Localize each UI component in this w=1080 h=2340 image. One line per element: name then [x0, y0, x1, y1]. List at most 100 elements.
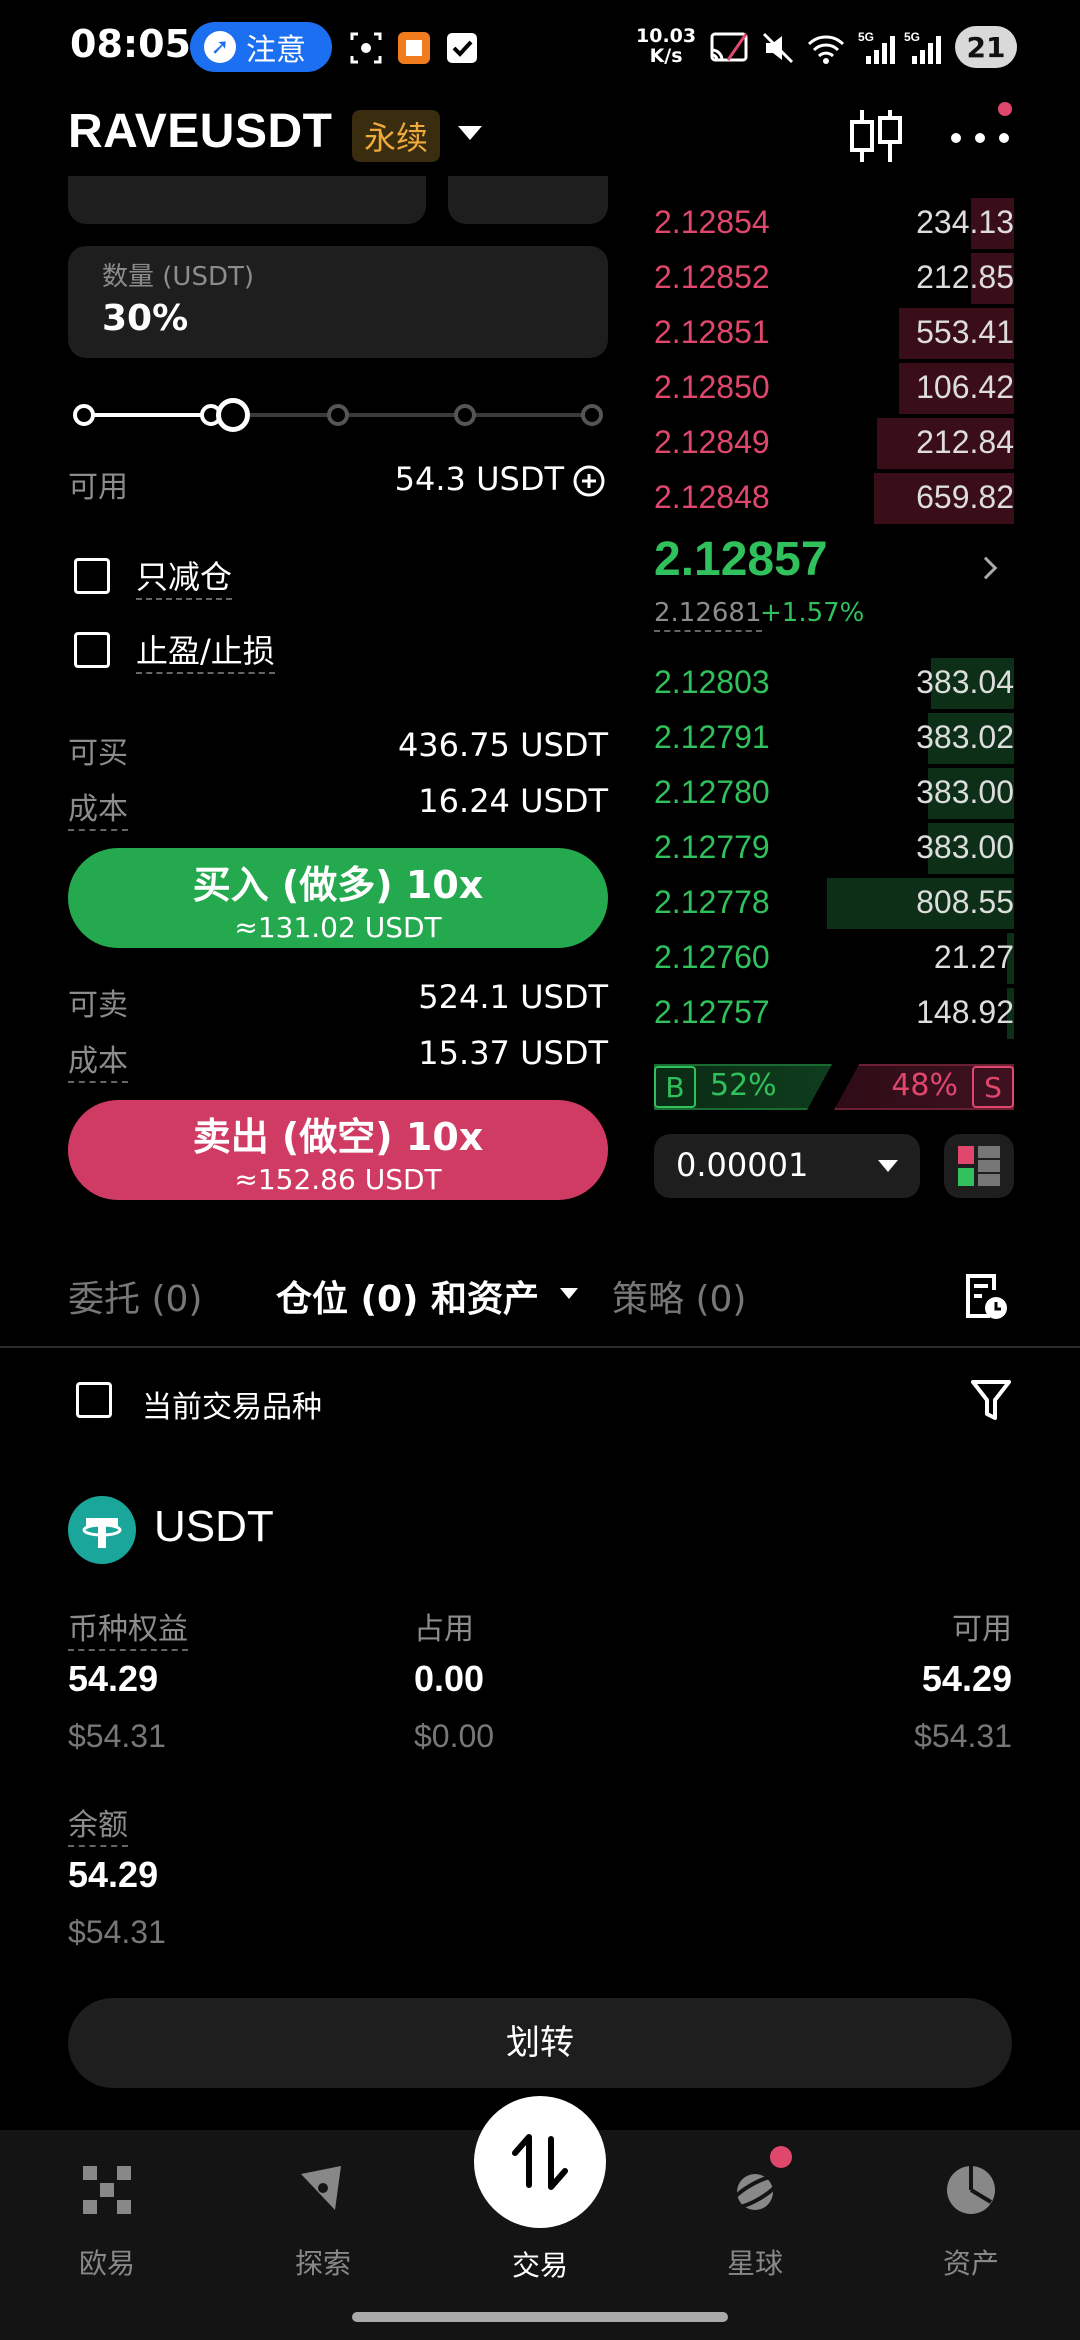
chevron-right-icon[interactable] — [974, 556, 998, 580]
last-price[interactable]: 2.12857 — [654, 532, 828, 587]
slider-tick-75[interactable] — [454, 404, 476, 426]
buy-cost-value: 16.24 USDT — [418, 782, 608, 820]
ask-qty: 234.13 — [916, 204, 1014, 240]
ask-row[interactable]: 2.12849 212.84 — [654, 416, 1014, 471]
precision-select[interactable]: 0.00001 — [654, 1134, 920, 1198]
rocket-icon: ➚ — [204, 31, 236, 63]
bid-row[interactable]: 2.12780 383.00 — [654, 766, 1014, 821]
add-funds-icon[interactable] — [572, 464, 606, 498]
nav-assets[interactable]: 资产 — [896, 2150, 1046, 2282]
ask-qty: 659.82 — [916, 479, 1014, 515]
pie-chart-icon — [947, 2166, 995, 2214]
quantity-slider-thumb[interactable] — [216, 398, 250, 432]
nav-trade[interactable] — [474, 2096, 606, 2228]
reduce-only-checkbox[interactable] — [74, 558, 110, 594]
ask-price: 2.12850 — [654, 369, 770, 405]
screenshot-icon — [350, 32, 382, 64]
app-notification-icon — [398, 32, 430, 64]
bid-row[interactable]: 2.12778 808.55 — [654, 876, 1014, 931]
buy-button-sub: ≈131.02 USDT — [234, 911, 442, 944]
buy-tag: B — [654, 1066, 696, 1108]
ask-price: 2.12849 — [654, 424, 770, 460]
ask-price: 2.12851 — [654, 314, 770, 350]
orderbook-layout-icon — [958, 1146, 1000, 1186]
buy-percentage: 52% — [710, 1068, 777, 1103]
buy-long-button[interactable]: 买入 (做多) 10x ≈131.02 USDT — [68, 848, 608, 948]
battery-indicator: 21 — [955, 26, 1017, 68]
price-type-field-partial[interactable] — [448, 176, 608, 224]
buy-cost-label[interactable]: 成本 — [68, 792, 128, 831]
ask-qty: 106.42 — [916, 369, 1014, 405]
order-history-icon[interactable] — [960, 1272, 1010, 1322]
balance-value: 54.29 — [68, 1854, 159, 1895]
tp-sl-label[interactable]: 止盈/止损 — [136, 632, 275, 674]
used-usd: $0.00 — [414, 1718, 495, 1754]
orderbook-layout-button[interactable] — [944, 1134, 1014, 1198]
clock: 08:05 — [70, 22, 191, 66]
ask-price: 2.12852 — [654, 259, 770, 295]
equity-label[interactable]: 币种权益 — [68, 1612, 188, 1651]
sell-short-button[interactable]: 卖出 (做空) 10x ≈152.86 USDT — [68, 1100, 608, 1200]
bid-qty: 383.02 — [916, 719, 1014, 755]
slider-tick-0[interactable] — [73, 404, 95, 426]
nav-home[interactable]: 欧易 — [32, 2150, 182, 2282]
price-field-partial[interactable] — [68, 176, 426, 224]
current-symbol-checkbox[interactable] — [76, 1382, 112, 1418]
ask-row[interactable]: 2.12848 659.82 — [654, 471, 1014, 526]
tab-divider — [0, 1346, 1080, 1348]
home-indicator[interactable] — [352, 2312, 728, 2322]
reduce-only-label[interactable]: 只减仓 — [136, 558, 233, 600]
speed-unit: K/s — [649, 45, 683, 67]
current-symbol-label[interactable]: 当前交易品种 — [142, 1382, 322, 1426]
bid-row[interactable]: 2.12779 383.00 — [654, 821, 1014, 876]
tp-sl-checkbox[interactable] — [74, 632, 110, 668]
signal-5g-icon-2: 5G — [904, 30, 941, 64]
used-label: 占用 — [414, 1612, 474, 1647]
slider-tick-100[interactable] — [581, 404, 603, 426]
net2-label: 5G — [904, 30, 920, 44]
sell-cost-label[interactable]: 成本 — [68, 1044, 128, 1083]
ask-row[interactable]: 2.12854 234.13 — [654, 196, 1014, 251]
candlestick-chart-icon[interactable] — [848, 106, 904, 166]
bid-qty: 383.00 — [916, 774, 1014, 810]
sell-cost-value: 15.37 USDT — [418, 1034, 608, 1072]
bid-row[interactable]: 2.12757 148.92 — [654, 986, 1014, 1041]
bid-row[interactable]: 2.12803 383.04 — [654, 656, 1014, 711]
bid-price: 2.12803 — [654, 664, 770, 700]
pair-title[interactable]: RAVEUSDT — [68, 104, 332, 159]
bid-qty: 808.55 — [916, 884, 1014, 920]
filter-icon[interactable] — [970, 1378, 1012, 1422]
bid-price: 2.12757 — [654, 994, 770, 1030]
pair-dropdown-caret-icon[interactable] — [458, 126, 482, 140]
bid-row[interactable]: 2.12791 383.02 — [654, 711, 1014, 766]
ask-row[interactable]: 2.12851 553.41 — [654, 306, 1014, 361]
ask-row[interactable]: 2.12852 212.85 — [654, 251, 1014, 306]
bid-qty: 383.00 — [916, 829, 1014, 865]
nav-discover[interactable]: 探索 — [248, 2150, 398, 2282]
nav-trade-label[interactable]: 交易 — [474, 2244, 606, 2284]
ask-price: 2.12848 — [654, 479, 770, 515]
tab-strategy[interactable]: 策略 (0) — [612, 1270, 746, 1322]
more-options-icon[interactable] — [948, 122, 1012, 150]
sell-percentage: 48% — [891, 1068, 958, 1103]
bid-row[interactable]: 2.12760 21.27 — [654, 931, 1014, 986]
balance-label[interactable]: 余额 — [68, 1808, 128, 1847]
bid-price: 2.12779 — [654, 829, 770, 865]
buy-sell-ratio: B 52% 48% S — [654, 1064, 1014, 1110]
notice-pill[interactable]: ➚ 注意 — [190, 22, 332, 72]
nav-planet[interactable]: 星球 — [680, 2150, 830, 2282]
quantity-value[interactable]: 30% — [102, 298, 188, 339]
transfer-button[interactable]: 划转 — [68, 1998, 1012, 2088]
tab-dropdown-caret-icon[interactable] — [560, 1288, 578, 1299]
bid-qty: 383.04 — [916, 664, 1014, 700]
slider-tick-50[interactable] — [327, 404, 349, 426]
planet-icon — [728, 2174, 782, 2210]
tab-orders[interactable]: 委托 (0) — [68, 1270, 202, 1322]
network-speed: 10.03 K/s — [636, 26, 696, 66]
sell-tag: S — [972, 1066, 1014, 1108]
available-label: 可用 — [68, 470, 128, 505]
price-change: +1.57% — [760, 598, 865, 628]
ask-row[interactable]: 2.12850 106.42 — [654, 361, 1014, 416]
tab-positions-assets[interactable]: 仓位 (0) 和资产 — [276, 1270, 539, 1322]
asset-available-value: 54.29 — [921, 1658, 1012, 1699]
